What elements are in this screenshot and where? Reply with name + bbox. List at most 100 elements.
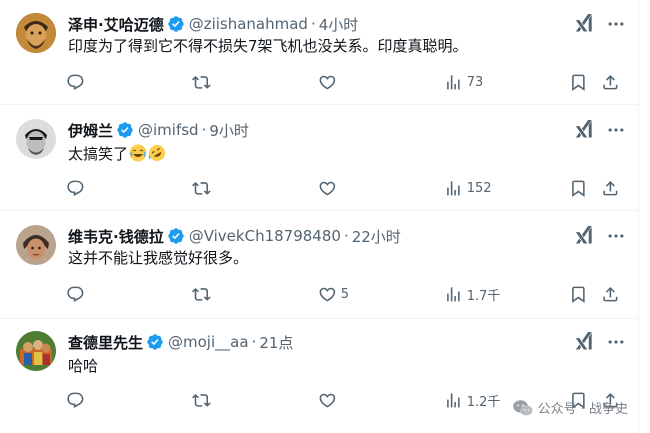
timestamp[interactable]: 9小时 — [209, 120, 249, 141]
reply-button[interactable] — [66, 70, 85, 94]
tweet-text: 哈哈 — [68, 357, 99, 375]
tweet-3[interactable]: 维韦克·钱德拉 @VivekCh18798480 · 22小时 这并不能让我感觉… — [0, 210, 638, 319]
more-options-icon[interactable] — [606, 14, 626, 34]
verified-badge-icon — [167, 15, 185, 33]
user-handle[interactable]: @moji__aa — [168, 333, 249, 351]
tweet-text: 印度为了得到它不得不损失7架飞机也没关系。印度真聪明。 — [68, 37, 468, 55]
reply-icon — [66, 73, 85, 92]
share-icon — [601, 179, 620, 198]
like-button[interactable]: 5 — [318, 282, 349, 306]
share-icon — [601, 73, 620, 92]
reply-button[interactable] — [66, 176, 85, 200]
face-with-tears-of-joy-icon — [129, 144, 147, 162]
like-button[interactable] — [318, 388, 341, 412]
timestamp[interactable]: 22小时 — [352, 226, 401, 247]
bookmark-icon — [569, 73, 588, 92]
user-handle[interactable]: @VivekCh18798480 — [189, 227, 341, 245]
grok-icon[interactable] — [574, 226, 594, 246]
retweet-icon — [192, 391, 211, 410]
retweet-icon — [192, 179, 211, 198]
heart-icon — [318, 73, 337, 92]
retweet-button[interactable] — [192, 282, 211, 306]
reply-thread: 泽申·艾哈迈德 @ziishanahmad · 4小时 印度为了得到它不得不损失… — [0, 0, 639, 433]
user-handle[interactable]: @ziishanahmad — [189, 15, 308, 33]
timestamp[interactable]: 21点 — [259, 332, 293, 353]
display-name[interactable]: 查德里先生 — [68, 332, 143, 353]
tweet-actions: 73 — [58, 70, 628, 94]
separator-dot: · — [310, 15, 316, 33]
display-name[interactable]: 维韦克·钱德拉 — [68, 226, 164, 247]
reply-icon — [66, 179, 85, 198]
tweet-header: 伊姆兰 @imifsd · 9小时 — [68, 120, 249, 140]
tweet-actions: 5 1.7千 — [58, 282, 628, 306]
avatar[interactable] — [16, 119, 56, 159]
tweet-text: 太搞笑了 — [68, 144, 166, 164]
retweet-icon — [192, 285, 211, 304]
views-icon — [444, 391, 463, 410]
view-count: 1.7千 — [466, 288, 501, 304]
tweet-header: 维韦克·钱德拉 @VivekCh18798480 · 22小时 — [68, 226, 401, 246]
reply-icon — [66, 285, 85, 304]
tweet-1[interactable]: 泽申·艾哈迈德 @ziishanahmad · 4小时 印度为了得到它不得不损失… — [0, 0, 638, 105]
heart-icon — [318, 179, 337, 198]
share-button[interactable] — [601, 70, 620, 94]
bookmark-button[interactable] — [569, 70, 588, 94]
views-button[interactable]: 152 — [444, 176, 492, 200]
heart-icon — [318, 391, 337, 410]
tweet-2[interactable]: 伊姆兰 @imifsd · 9小时 太搞笑了 152 — [0, 104, 638, 211]
avatar[interactable] — [16, 13, 56, 53]
tweet-header: 查德里先生 @moji__aa · 21点 — [68, 332, 293, 352]
retweet-button[interactable] — [192, 70, 211, 94]
rolling-on-floor-laughing-icon — [148, 145, 166, 161]
display-name[interactable]: 伊姆兰 — [68, 120, 113, 141]
like-button[interactable] — [318, 70, 341, 94]
grok-icon[interactable] — [574, 14, 594, 34]
separator-dot: · — [201, 121, 207, 139]
grok-icon[interactable] — [574, 120, 594, 140]
more-options-icon[interactable] — [606, 120, 626, 140]
display-name[interactable]: 泽申·艾哈迈德 — [68, 14, 164, 35]
avatar[interactable] — [16, 331, 56, 371]
views-button[interactable]: 1.2千 — [444, 388, 500, 412]
bookmark-button[interactable] — [569, 176, 588, 200]
view-count: 1.2千 — [466, 394, 501, 410]
separator-dot: · — [251, 333, 257, 351]
verified-badge-icon — [116, 121, 134, 139]
separator-dot: · — [343, 227, 349, 245]
share-icon — [601, 285, 620, 304]
like-button[interactable] — [318, 176, 341, 200]
user-handle[interactable]: @imifsd — [138, 121, 199, 139]
tweet-text-content: 太搞笑了 — [68, 145, 129, 163]
watermark: 公众号 · 战争史 — [512, 398, 628, 417]
retweet-icon — [192, 73, 211, 92]
bookmark-button[interactable] — [569, 282, 588, 306]
bookmark-icon — [569, 179, 588, 198]
views-icon — [444, 179, 463, 198]
verified-badge-icon — [167, 227, 185, 245]
view-count: 73 — [466, 74, 484, 90]
grok-icon[interactable] — [574, 332, 594, 352]
like-count: 5 — [340, 286, 350, 302]
more-options-icon[interactable] — [606, 332, 626, 352]
avatar[interactable] — [16, 225, 56, 265]
timestamp[interactable]: 4小时 — [319, 14, 359, 35]
reply-icon — [66, 391, 85, 410]
bookmark-icon — [569, 285, 588, 304]
heart-icon — [318, 285, 337, 304]
view-count: 152 — [466, 180, 492, 196]
tweet-actions: 152 — [58, 176, 628, 200]
views-icon — [444, 285, 463, 304]
verified-badge-icon — [146, 333, 164, 351]
retweet-button[interactable] — [192, 388, 211, 412]
watermark-text: 公众号 · 战争史 — [537, 402, 628, 417]
reply-button[interactable] — [66, 388, 85, 412]
reply-button[interactable] — [66, 282, 85, 306]
tweet-header: 泽申·艾哈迈德 @ziishanahmad · 4小时 — [68, 14, 358, 34]
tweet-text: 这并不能让我感觉好很多。 — [68, 249, 249, 267]
share-button[interactable] — [601, 176, 620, 200]
views-button[interactable]: 1.7千 — [444, 282, 500, 306]
share-button[interactable] — [601, 282, 620, 306]
retweet-button[interactable] — [192, 176, 211, 200]
views-button[interactable]: 73 — [444, 70, 483, 94]
more-options-icon[interactable] — [606, 226, 626, 246]
